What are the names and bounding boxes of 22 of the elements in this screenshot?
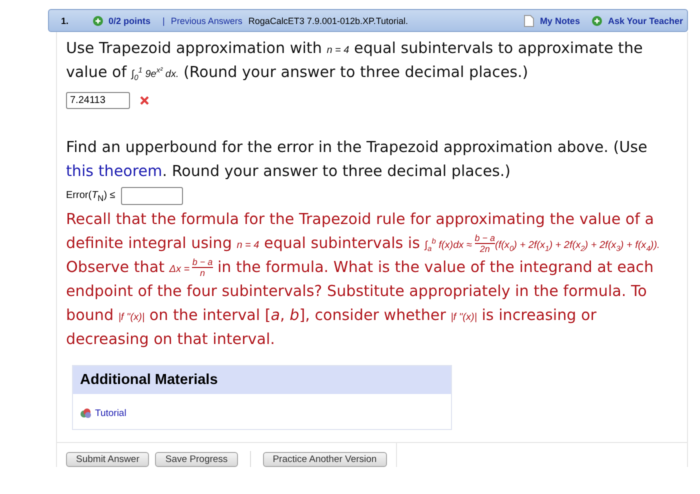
- materials-header: Additional Materials: [73, 366, 451, 394]
- question-number: 1.: [61, 16, 69, 26]
- ask-teacher-link[interactable]: Ask Your Teacher: [608, 16, 683, 26]
- separator: |: [162, 16, 165, 26]
- question-text: Use Trapezoid approximation with n = 4 equal subintervals to approximate the value of ∫$_{0}$$^{1}$ 9e$^{x²}$ dx. (Round your answer to three decimal places.): [66, 38, 644, 84]
- question-text: Find an upperbound for the error in the Trapezoid approximation above. (Use this theorem. Round your answer to three decimal places.): [66, 137, 648, 182]
- plus-circle-icon: [592, 16, 602, 26]
- previous-answers-link[interactable]: Previous Answers: [170, 16, 242, 26]
- my-notes-link[interactable]: My Notes: [540, 16, 580, 26]
- action-button[interactable]: Practice Another Version: [262, 452, 387, 466]
- note-icon: [524, 14, 534, 26]
- points-score: 0/2 points: [108, 16, 151, 26]
- answer-label: Error(T$_{N}$) ≤: [66, 190, 116, 202]
- plus-circle-icon: [92, 16, 103, 26]
- action-button[interactable]: Save Progress: [155, 452, 238, 466]
- answer-field[interactable]: 7.24113: [66, 92, 130, 109]
- problem-source: RogaCalcET3 7.9.001-012b.XP.Tutorial.: [248, 16, 408, 26]
- action-button[interactable]: Submit Answer: [66, 452, 150, 466]
- theorem-link[interactable]: this theorem: [66, 162, 162, 180]
- tutorial-link[interactable]: Tutorial: [95, 408, 126, 419]
- answer-field[interactable]: [121, 187, 184, 205]
- tutorial-icon: [80, 408, 92, 419]
